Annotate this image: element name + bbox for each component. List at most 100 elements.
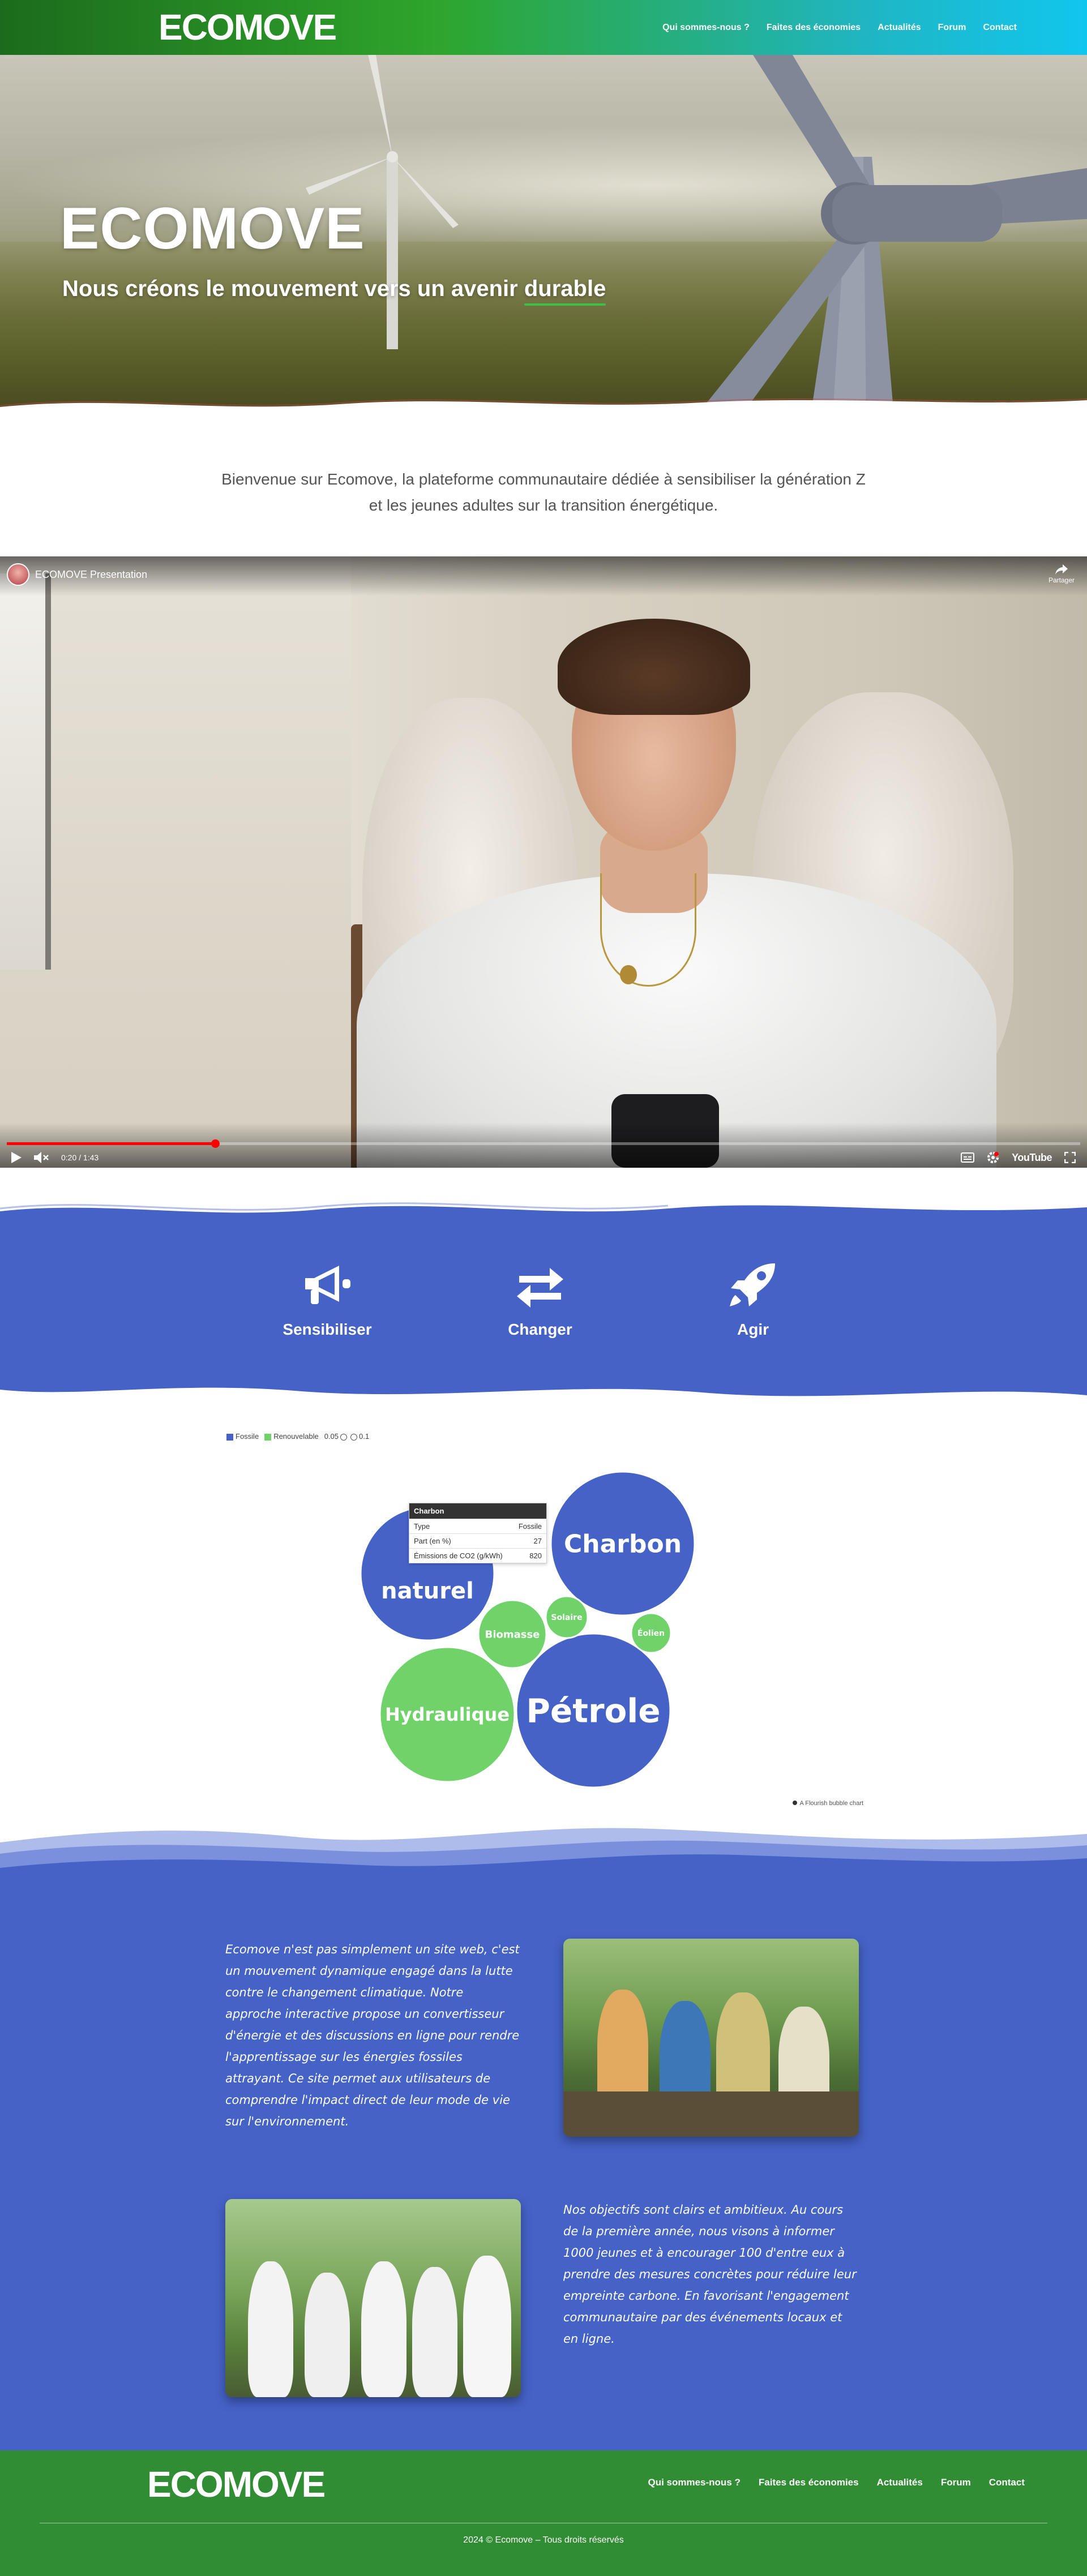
footer-logo[interactable]: ECO MOVE (147, 2463, 326, 2506)
play-icon[interactable] (11, 1152, 22, 1163)
video-progress-knob[interactable] (211, 1139, 220, 1148)
bubble-label: Biomasse (485, 1628, 540, 1640)
video-controls-left: 0:20 / 1:43 (11, 1150, 99, 1165)
footer-link-about[interactable]: Qui sommes-nous ? (648, 2477, 740, 2488)
main-nav: Qui sommes-nous ? Faites des économies A… (662, 0, 1017, 55)
bubble--olien[interactable]: Éolien (630, 1612, 672, 1654)
footer-nav: Qui sommes-nous ? Faites des économies A… (648, 2473, 1025, 2492)
captions-icon[interactable] (961, 1152, 975, 1163)
footer-link-savings[interactable]: Faites des économies (759, 2477, 859, 2488)
tooltip-row: Part (en %) 27 (409, 1533, 546, 1548)
tooltip-row: Type Fossile (409, 1519, 546, 1533)
video-window (0, 573, 51, 970)
site-logo[interactable]: ECO MOVE (159, 6, 337, 49)
video-player[interactable]: ECOMOVE Presentation Partager 0:20 / 1:4… (0, 556, 1087, 1168)
volunteers-group-image (225, 2199, 521, 2397)
feature-label: Changer (508, 1321, 572, 1338)
nav-link-savings[interactable]: Faites des économies (767, 23, 861, 33)
video-progress-played (7, 1142, 215, 1145)
video-title[interactable]: ECOMOVE Presentation (35, 569, 147, 581)
hero-wave-divider (0, 398, 1087, 423)
bubble-label: Hydraulique (385, 1704, 510, 1725)
bubble-solaire[interactable]: Solaire (545, 1595, 589, 1639)
bubble-hydraulique[interactable]: Hydraulique (379, 1646, 516, 1783)
tooltip-value: Fossile (518, 1522, 542, 1531)
rocket-icon (730, 1263, 775, 1306)
video-controls-right: YouTube (961, 1150, 1076, 1165)
about-wave-divider (0, 1828, 1087, 1882)
logo-arrow-icon (333, 27, 334, 28)
logo-eco-text: ECO (147, 2464, 224, 2505)
tooltip-value: 27 (533, 1537, 542, 1545)
nav-link-about[interactable]: Qui sommes-nous ? (662, 23, 750, 33)
tooltip-value: 820 (529, 1551, 542, 1560)
footer-link-forum[interactable]: Forum (941, 2477, 971, 2488)
tooltip-title: Charbon (409, 1503, 546, 1519)
site-footer: ECO MOVE Qui sommes-nous ? Faites des éc… (0, 2450, 1087, 2576)
tooltip-key: Émissions de CO2 (g/kWh) (414, 1551, 503, 1560)
video-top-gradient (0, 556, 1087, 596)
bubble-label: Éolien (637, 1628, 665, 1638)
hero-title: ECOMOVE (60, 196, 365, 262)
feature-sensibiliser: Sensibiliser (259, 1262, 395, 1339)
image-person (412, 2267, 457, 2397)
logo-move-text: MOVE (222, 2464, 326, 2505)
footer-link-contact[interactable]: Contact (989, 2477, 1025, 2488)
bubble-label: Charbon (564, 1529, 682, 1558)
site-header: ECO MOVE Qui sommes-nous ? Faites des éc… (0, 0, 1087, 55)
volunteers-cleanup-image (563, 1939, 859, 2137)
tooltip-row: Émissions de CO2 (g/kWh) 820 (409, 1548, 546, 1563)
bubble-charbon[interactable]: Charbon (550, 1471, 696, 1617)
video-time: 0:20 / 1:43 (61, 1153, 99, 1162)
about-section: Ecomove n'est pas simplement un site web… (0, 1828, 1087, 2450)
hero-subtitle: Nous créons le mouvement vers un avenir … (62, 276, 606, 302)
video-wall (0, 556, 351, 1168)
share-label: Partager (1048, 576, 1075, 584)
feature-label: Sensibiliser (283, 1321, 372, 1338)
video-person-hair (558, 619, 750, 715)
flourish-icon (793, 1801, 798, 1805)
bubble-p-trole[interactable]: Pétrole (515, 1632, 671, 1789)
youtube-logo[interactable]: YouTube (1012, 1152, 1052, 1164)
hero-banner: ECOMOVE Nous créons le mouvement vers un… (0, 55, 1087, 423)
footer-link-news[interactable]: Actualités (877, 2477, 923, 2488)
bubble-label: naturel (381, 1578, 474, 1604)
bubble-plot: naturel Charbon Pétrole Hydraulique Biomasse… (360, 1471, 696, 1789)
feature-agir: Agir (685, 1262, 821, 1339)
channel-avatar[interactable] (7, 563, 29, 586)
image-ground (563, 2091, 859, 2137)
share-icon (1055, 564, 1068, 575)
image-person (361, 2261, 406, 2397)
mute-icon[interactable] (34, 1152, 49, 1163)
image-person (248, 2261, 293, 2397)
energy-bubble-chart: Fossile Renouvelable 0.05 0.1 naturel Char… (226, 1432, 863, 1811)
bubble-label: Pétrole (526, 1691, 660, 1730)
tooltip-key: Part (en %) (414, 1537, 451, 1545)
share-button[interactable]: Partager (1049, 564, 1075, 584)
features-band: Sensibiliser Changer Agir (0, 1197, 1087, 1407)
bubble-biomasse[interactable]: Biomasse (477, 1599, 547, 1669)
megaphone-icon (305, 1266, 350, 1304)
bubble-label: Solaire (551, 1613, 582, 1622)
feature-changer: Changer (472, 1262, 608, 1339)
exchange-arrows-icon (517, 1268, 563, 1308)
chart-tooltip: Charbon Type Fossile Part (en %) 27 Émissi… (409, 1503, 547, 1563)
fullscreen-icon[interactable] (1064, 1152, 1076, 1163)
nav-link-forum[interactable]: Forum (938, 23, 966, 33)
nav-link-contact[interactable]: Contact (983, 23, 1017, 33)
video-progress-bar[interactable] (7, 1139, 1080, 1148)
video-necklace (600, 873, 696, 987)
credit-text: A Flourish bubble chart (799, 1800, 863, 1807)
chart-credit[interactable]: A Flourish bubble chart (793, 1800, 863, 1807)
settings-gear-icon[interactable] (987, 1151, 999, 1164)
nav-link-news[interactable]: Actualités (878, 23, 921, 33)
hero-subtitle-highlight: durable (524, 276, 606, 301)
about-paragraph-2: Nos objectifs sont clairs et ambitieux. … (563, 2203, 857, 2346)
video-pendant (620, 965, 637, 984)
about-paragraph-1: Ecomove n'est pas simplement un site web… (225, 1943, 520, 2128)
image-person (305, 2273, 350, 2397)
video-bottom-gradient (0, 1122, 1087, 1168)
logo-eco-text: ECO (159, 7, 235, 48)
intro-text: Bienvenue sur Ecomove, la plateforme com… (221, 470, 866, 514)
image-person (463, 2256, 511, 2397)
